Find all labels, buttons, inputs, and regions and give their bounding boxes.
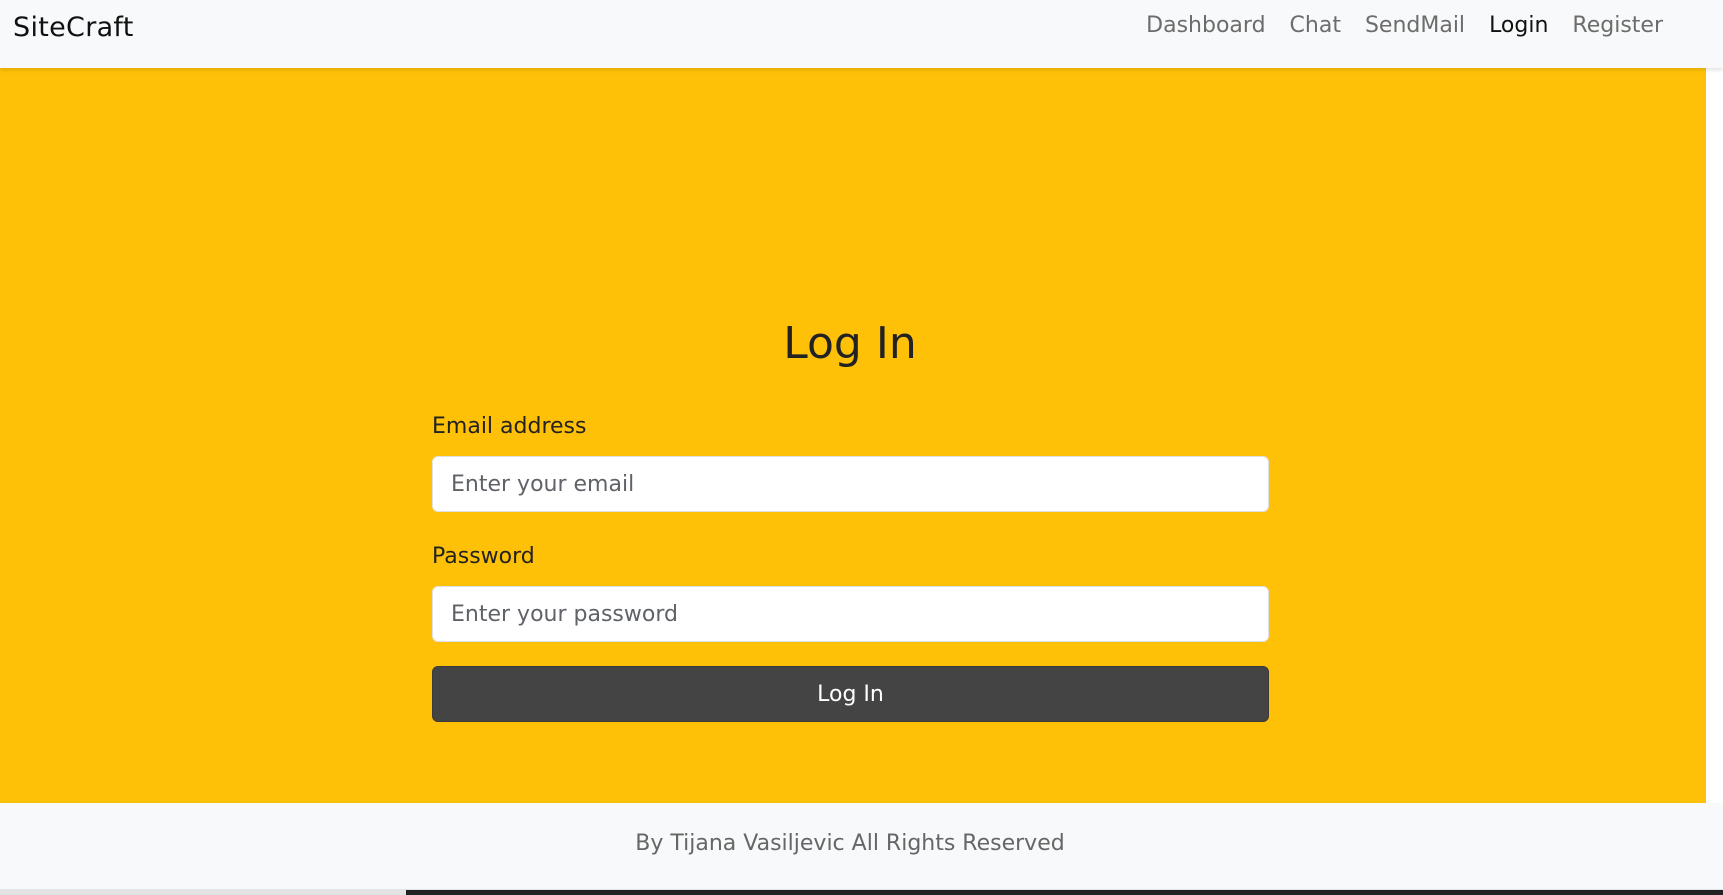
page-title: Log In: [783, 318, 917, 369]
nav-link-chat[interactable]: Chat: [1278, 13, 1353, 38]
email-label: Email address: [432, 414, 587, 439]
login-form: Email address Password Log In: [432, 412, 1269, 722]
footer-copyright: By Tijana Vasiljevic All Rights Reserved: [635, 831, 1065, 856]
password-field[interactable]: [432, 586, 1269, 642]
nav-link-dashboard[interactable]: Dashboard: [1134, 13, 1277, 38]
nav-links: Dashboard Chat SendMail Login Register: [1134, 13, 1675, 38]
email-field[interactable]: [432, 456, 1269, 512]
login-button[interactable]: Log In: [432, 666, 1269, 722]
nav-link-sendmail[interactable]: SendMail: [1353, 13, 1477, 38]
nav-link-login[interactable]: Login: [1477, 13, 1560, 38]
footer: By Tijana Vasiljevic All Rights Reserved: [0, 803, 1723, 889]
nav-link-register[interactable]: Register: [1560, 13, 1675, 38]
login-section: Log In Email address Password Log In: [0, 68, 1706, 803]
brand-logo[interactable]: SiteCraft: [13, 12, 134, 43]
top-navbar: SiteCraft Dashboard Chat SendMail Login …: [0, 0, 1723, 68]
password-label: Password: [432, 544, 535, 569]
taskbar-strip: [406, 890, 1723, 895]
